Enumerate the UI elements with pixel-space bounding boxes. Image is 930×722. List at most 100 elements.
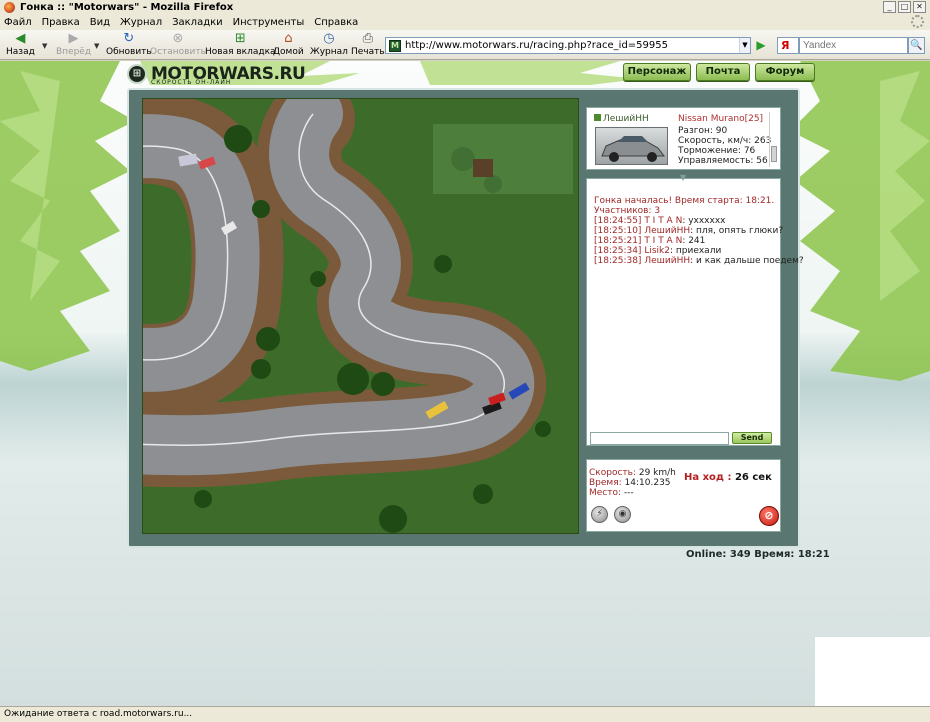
browser-status-bar: Ожидание ответа с road.motorwars.ru... [0, 706, 930, 722]
logo-emblem-icon: ⊞ [127, 63, 147, 84]
leave-race-button[interactable]: ⊘ [759, 506, 779, 526]
chat-text: : ухххххх [682, 216, 726, 226]
turn-timer: На ход : 26 сек [684, 472, 772, 483]
car-model: Nissan Murano[25] [678, 114, 764, 124]
chat-time: [18:25:21] [594, 236, 642, 246]
race-chat-panel: ▼ Гонка началась! Время старта: 18:21. У… [586, 173, 804, 446]
speed-value: 29 km/h [638, 468, 676, 478]
chat-user[interactable]: ЛешийНН [644, 256, 690, 266]
nav-mail-button[interactable]: Почта [696, 63, 750, 81]
scroll-thumb[interactable] [771, 146, 777, 162]
new-tab-button[interactable]: ⊞ Новая вкладка [205, 32, 276, 58]
chat-send-button[interactable]: Send [732, 432, 772, 444]
place-value: --- [623, 488, 634, 498]
chat-user[interactable]: Lisik2 [644, 246, 670, 256]
history-label: Журнал [310, 47, 348, 57]
back-arrow-icon: ◀ [15, 31, 26, 46]
chat-text: : приехали [669, 246, 722, 256]
chat-message: [18:25:34] Lisik2: приехали [594, 246, 721, 256]
forward-history-dropdown-icon[interactable]: ▼ [94, 42, 99, 50]
reload-button[interactable]: ↻ Обновить [106, 31, 152, 58]
forward-button[interactable]: ▶ Вперёд [56, 31, 92, 58]
place-readout: Место: --- [589, 488, 634, 498]
race-status-panel: Скорость: 29 km/h Время: 14:10.235 Место… [586, 459, 781, 532]
back-button[interactable]: ◀ Назад [6, 31, 35, 58]
menu-history[interactable]: Журнал [120, 17, 162, 28]
chat-message: [18:24:55] T I T A N: ухххххх [594, 216, 726, 226]
player-key-icon [594, 114, 601, 121]
chat-text: : и как дальше поедем? [690, 256, 804, 266]
forward-arrow-icon: ▶ [68, 31, 79, 46]
forward-label: Вперёд [56, 47, 92, 57]
online-counter: Online: 349 Время: 18:21 [686, 549, 830, 560]
stop-label: Остановить [150, 47, 206, 57]
car-stat-handling: Управляемость: 56 [678, 156, 768, 166]
menu-edit[interactable]: Правка [42, 17, 80, 28]
blank-overlay [815, 637, 930, 706]
chat-user[interactable]: ЛешийНН [644, 226, 690, 236]
chat-message: [18:25:21] T I T A N: 241 [594, 236, 705, 246]
speed-label: Скорость: [589, 468, 636, 478]
collapse-arrow-icon[interactable]: ▼ [680, 173, 686, 182]
car-image [595, 127, 668, 165]
minimize-button[interactable]: _ [883, 1, 896, 13]
car-panel-scrollbar[interactable] [769, 112, 777, 167]
logo-tagline: СКОРОСТЬ ОН-ЛАЙН [151, 79, 232, 86]
search-engine-icon[interactable]: Я [777, 37, 799, 54]
printer-icon: ⎙ [362, 31, 374, 46]
race-map[interactable] [142, 98, 579, 534]
player-name: ЛешийНН [603, 114, 649, 124]
chat-time: [18:24:55] [594, 216, 642, 226]
boost-button[interactable]: ⚡ [591, 506, 608, 523]
throbber-icon [911, 15, 924, 28]
home-label: Домой [273, 47, 304, 57]
print-label: Печать [351, 47, 385, 57]
print-button[interactable]: ⎙ Печать [351, 31, 385, 58]
time-readout: Время: 14:10.235 [589, 478, 671, 488]
title-bar: Гонка :: "Motorwars" - Mozilla Firefox _… [0, 0, 930, 14]
car-stat-acceleration: Разгон: 90 [678, 126, 728, 136]
menu-bookmarks[interactable]: Закладки [172, 17, 223, 28]
stop-button[interactable]: ⊗ Остановить [150, 31, 206, 58]
address-dropdown-icon[interactable]: ▼ [739, 38, 750, 53]
home-icon: ⌂ [284, 31, 293, 46]
history-button[interactable]: ◷ Журнал [310, 31, 348, 58]
close-button[interactable]: ✕ [913, 1, 926, 13]
chat-input[interactable] [590, 432, 729, 445]
maximize-button[interactable]: □ [898, 1, 911, 13]
chat-text: : пля, опять глюки? [690, 226, 784, 236]
player-nick[interactable]: ЛешийНН [594, 114, 649, 124]
home-button[interactable]: ⌂ Домой [273, 31, 304, 58]
site-favicon-icon: M [389, 39, 401, 52]
menu-bar: Файл Правка Вид Журнал Закладки Инструме… [0, 14, 930, 30]
menu-help[interactable]: Справка [314, 17, 358, 28]
reload-icon: ↻ [123, 31, 135, 46]
chat-time: [18:25:38] [594, 256, 642, 266]
window-controls: _ □ ✕ [883, 1, 926, 13]
speed-readout: Скорость: 29 km/h [589, 468, 676, 478]
search-magnifier-icon[interactable]: 🔍 [908, 37, 925, 54]
stop-icon: ⊗ [172, 31, 184, 46]
history-clock-icon: ◷ [323, 31, 335, 46]
time-value: 14:10.235 [624, 478, 671, 488]
nav-character-button[interactable]: Персонаж [623, 63, 691, 81]
search-input[interactable] [799, 37, 908, 54]
chat-user[interactable]: T I T A N [644, 216, 682, 226]
reload-label: Обновить [106, 47, 152, 57]
go-button[interactable]: ▶ [754, 38, 768, 52]
back-history-dropdown-icon[interactable]: ▼ [42, 42, 47, 50]
place-label: Место: [589, 488, 622, 498]
horn-button[interactable]: ◉ [614, 506, 631, 523]
nav-forum-button[interactable]: Форум [755, 63, 815, 81]
menu-file[interactable]: Файл [4, 17, 32, 28]
site-logo[interactable]: ⊞ MOTORWARS.RU СКОРОСТЬ ОН-ЛАЙН [127, 61, 306, 86]
address-url[interactable]: http://www.motorwars.ru/racing.php?race_… [405, 40, 739, 51]
address-bar[interactable]: M http://www.motorwars.ru/racing.php?rac… [385, 37, 751, 54]
chat-system-line: Гонка началась! Время старта: 18:21. [594, 196, 775, 206]
chat-text: : 241 [682, 236, 706, 246]
chat-user[interactable]: T I T A N [644, 236, 682, 246]
chat-time: [18:25:34] [594, 246, 642, 256]
menu-view[interactable]: Вид [90, 17, 110, 28]
menu-tools[interactable]: Инструменты [233, 17, 305, 28]
chat-system-line: Участников: 3 [594, 206, 661, 216]
